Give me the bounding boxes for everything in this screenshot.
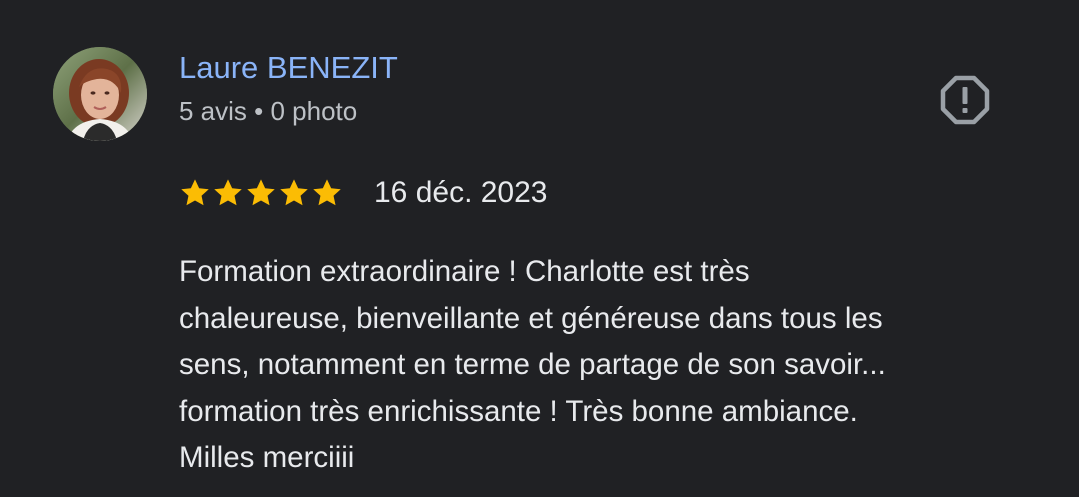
star-icon <box>313 179 341 206</box>
review-card: Laure BENEZIT 5 avis • 0 photo 16 déc. 2… <box>0 0 1079 497</box>
author-meta: 5 avis • 0 photo <box>179 96 358 126</box>
review-date: 16 déc. 2023 <box>374 176 548 209</box>
star-rating <box>179 177 343 209</box>
star-icon <box>247 179 275 206</box>
review-text-line: formation très enrichissante ! Très bonn… <box>179 394 858 428</box>
review-text-line: sens, notamment en terme de partage de s… <box>179 348 886 381</box>
author-avatar[interactable] <box>53 47 147 141</box>
star-icon <box>214 179 242 206</box>
report-flag-icon <box>940 75 990 125</box>
review-text-line: Milles merciiii <box>179 441 355 474</box>
star-icon <box>280 179 308 206</box>
author-name[interactable]: Laure BENEZIT <box>179 50 398 86</box>
review-text-line: Formation extraordinaire ! Charlotte est… <box>179 255 750 288</box>
star-icon <box>181 179 209 206</box>
report-button[interactable] <box>938 73 992 127</box>
review-text-line: chaleureuse, bienveillante et généreuse … <box>179 301 883 335</box>
review-text: Formation extraordinaire ! Charlotte est… <box>179 249 1039 482</box>
